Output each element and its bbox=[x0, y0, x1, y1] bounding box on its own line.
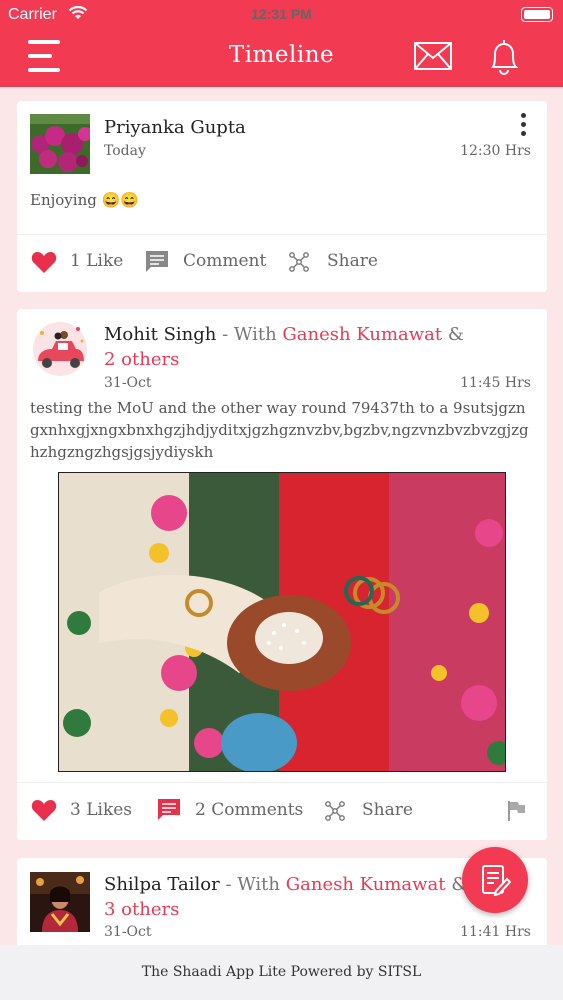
tagged-user[interactable]: Ganesh Kumawat bbox=[286, 874, 446, 895]
post-author[interactable]: Shilpa Tailor bbox=[104, 874, 220, 895]
post-time: 11:45 Hrs bbox=[460, 375, 531, 391]
page-title: Timeline bbox=[228, 42, 335, 68]
with-label: - With bbox=[216, 324, 283, 345]
like-count[interactable]: 3 Likes bbox=[70, 800, 132, 820]
status-bar: Carrier 12:31 PM bbox=[0, 4, 563, 26]
post-author-line: Mohit Singh - With Ganesh Kumawat & bbox=[104, 324, 464, 345]
flag-icon[interactable] bbox=[507, 800, 527, 827]
like-count[interactable]: 1 Like bbox=[70, 251, 123, 271]
comment-label[interactable]: Comment bbox=[183, 251, 266, 271]
post-author[interactable]: Priyanka Gupta bbox=[104, 117, 246, 138]
post-text: Enjoying 😄😄 bbox=[30, 191, 139, 209]
comment-count[interactable]: 2 Comments bbox=[195, 800, 303, 820]
share-icon[interactable] bbox=[325, 801, 345, 826]
more-options-icon[interactable] bbox=[521, 113, 527, 140]
tagged-user[interactable]: Ganesh Kumawat bbox=[282, 324, 442, 345]
footer: The Shaadi App Lite Powered by SITSL bbox=[0, 945, 563, 1000]
like-icon[interactable] bbox=[31, 798, 57, 827]
post-text: testing the MoU and the other way round … bbox=[30, 399, 529, 461]
bell-icon[interactable] bbox=[486, 37, 522, 81]
avatar[interactable] bbox=[30, 872, 90, 932]
battery-icon bbox=[521, 7, 553, 22]
post-card: Mohit Singh - With Ganesh Kumawat & 2 ot… bbox=[17, 309, 547, 840]
avatar[interactable] bbox=[30, 114, 90, 174]
avatar[interactable] bbox=[30, 319, 90, 379]
post-actions: 3 Likes 2 Comments Share bbox=[17, 792, 547, 832]
share-label[interactable]: Share bbox=[327, 251, 378, 271]
share-label[interactable]: Share bbox=[362, 800, 413, 820]
tagged-others[interactable]: 2 others bbox=[104, 349, 179, 370]
post-time: 12:30 Hrs bbox=[460, 143, 531, 159]
tagged-others[interactable]: 3 others bbox=[104, 899, 179, 920]
post-image[interactable] bbox=[58, 472, 506, 772]
create-post-button[interactable] bbox=[462, 847, 528, 913]
mail-icon[interactable] bbox=[414, 42, 452, 74]
with-label: - With bbox=[219, 874, 286, 895]
post-date: Today bbox=[104, 143, 146, 159]
divider bbox=[17, 782, 547, 783]
post-author-line: Shilpa Tailor - With Ganesh Kumawat & bbox=[104, 874, 467, 895]
compose-icon bbox=[481, 864, 512, 900]
comment-icon[interactable] bbox=[145, 250, 169, 279]
comment-icon[interactable] bbox=[157, 798, 181, 827]
post-author[interactable]: Mohit Singh bbox=[104, 324, 216, 345]
divider bbox=[17, 234, 547, 235]
post-time: 11:41 Hrs bbox=[460, 924, 531, 940]
app-header: Carrier 12:31 PM Timeline bbox=[0, 0, 563, 87]
like-icon[interactable] bbox=[31, 250, 57, 279]
post-card: Priyanka Gupta Today 12:30 Hrs Enjoying … bbox=[17, 101, 547, 292]
post-actions: 1 Like Comment Share bbox=[17, 243, 547, 283]
post-date: 31-Oct bbox=[104, 375, 152, 391]
clock: 12:31 PM bbox=[251, 6, 312, 22]
share-icon[interactable] bbox=[289, 252, 309, 277]
nav-bar: Timeline bbox=[0, 30, 563, 85]
ampersand: & bbox=[442, 324, 464, 345]
post-date: 31-Oct bbox=[104, 924, 152, 940]
